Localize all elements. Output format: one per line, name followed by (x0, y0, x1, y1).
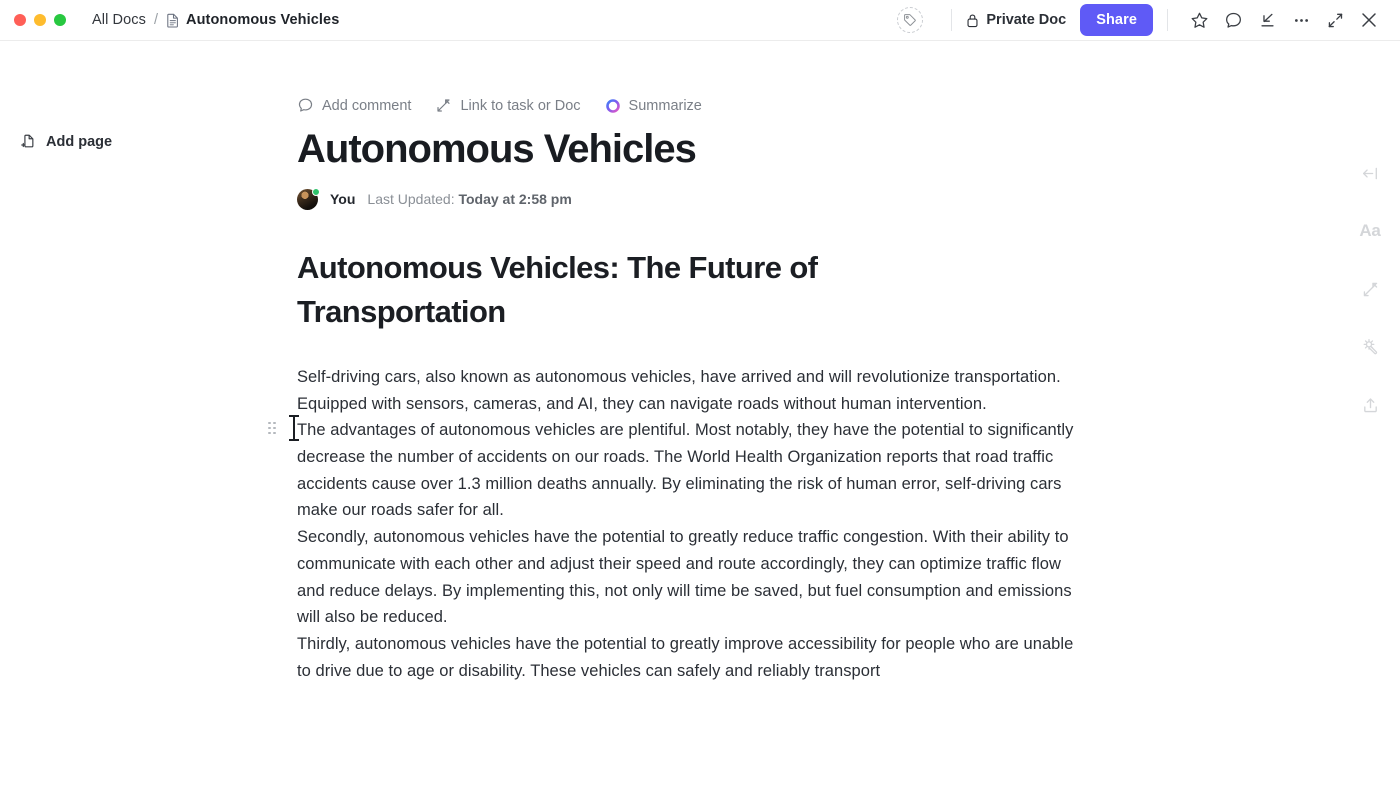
last-updated-value: Today at 2:58 pm (458, 191, 572, 208)
document-toolbar: Add comment Link to task or Doc Summariz… (297, 97, 1087, 114)
block-controls (260, 420, 277, 436)
titlebar-divider-2 (1167, 9, 1168, 31)
ai-gradient-icon (605, 98, 621, 114)
document-heading[interactable]: Autonomous Vehicles: The Future of Trans… (297, 246, 937, 334)
avatar[interactable] (297, 187, 320, 210)
magic-wand-icon[interactable] (1355, 332, 1385, 362)
paragraph-block-active: The advantages of autonomous vehicles ar… (268, 415, 1087, 524)
window-titlebar: All Docs / Autonomous Vehicles Private D… (0, 0, 1400, 41)
paragraph-3[interactable]: Secondly, autonomous vehicles have the p… (297, 524, 1087, 631)
document-meta: You Last Updated: Today at 2:58 pm (297, 187, 1087, 210)
paragraph-1[interactable]: Self-driving cars, also known as autonom… (297, 364, 1087, 417)
download-icon[interactable] (1250, 3, 1284, 37)
add-comment-label: Add comment (322, 97, 412, 114)
share-upload-icon[interactable] (1355, 390, 1385, 420)
add-page-label: Add page (46, 133, 113, 150)
private-doc-status[interactable]: Private Doc (966, 12, 1066, 28)
right-sidebar: Aa (1340, 41, 1400, 788)
last-updated: Last Updated: Today at 2:58 pm (367, 191, 571, 207)
collapse-icon[interactable] (1318, 3, 1352, 37)
last-updated-prefix: Last Updated: (367, 191, 455, 208)
lock-icon (966, 13, 979, 28)
paragraph-block: Self-driving cars, also known as autonom… (297, 364, 1087, 417)
window-zoom-button[interactable] (54, 14, 66, 26)
drag-handle-icon[interactable] (267, 420, 277, 436)
breadcrumb-all-docs[interactable]: All Docs (92, 12, 146, 28)
breadcrumb-current-doc[interactable]: Autonomous Vehicles (166, 12, 339, 28)
author-label: You (330, 191, 356, 208)
left-sidebar: Add page (0, 41, 260, 788)
document-icon (166, 13, 180, 28)
link-to-task-label: Link to task or Doc (460, 97, 581, 114)
more-options-icon[interactable] (1284, 3, 1318, 37)
tag-icon[interactable] (897, 7, 924, 33)
titlebar-actions: Private Doc Share (897, 0, 1400, 41)
font-size-icon[interactable]: Aa (1355, 216, 1385, 246)
close-icon[interactable] (1352, 3, 1386, 37)
comment-icon (297, 97, 314, 114)
breadcrumb-separator: / (153, 12, 159, 28)
paragraph-2[interactable]: The advantages of autonomous vehicles ar… (297, 417, 1087, 524)
link-icon[interactable] (1355, 274, 1385, 304)
summarize-button[interactable]: Summarize (605, 98, 702, 114)
summarize-label: Summarize (628, 97, 702, 114)
breadcrumb: All Docs / Autonomous Vehicles (92, 12, 339, 28)
app-window: All Docs / Autonomous Vehicles Private D… (0, 0, 1400, 788)
titlebar-divider-1 (951, 9, 953, 31)
online-status-dot (312, 187, 320, 196)
paragraph-4[interactable]: Thirdly, autonomous vehicles have the po… (297, 631, 1087, 684)
collapse-sidebar-icon[interactable] (1355, 158, 1385, 188)
link-to-task-button[interactable]: Link to task or Doc (435, 97, 581, 114)
add-page-button[interactable]: Add page (14, 129, 118, 154)
window-minimize-button[interactable] (34, 14, 46, 26)
comment-icon[interactable] (1216, 3, 1250, 37)
add-page-icon (20, 133, 37, 150)
add-comment-button[interactable]: Add comment (297, 97, 411, 114)
window-close-button[interactable] (14, 14, 26, 26)
document-canvas: Add comment Link to task or Doc Summariz… (260, 41, 1340, 788)
breadcrumb-doc-label: Autonomous Vehicles (186, 12, 340, 28)
share-button[interactable]: Share (1080, 4, 1153, 36)
link-icon (435, 97, 452, 114)
page-title[interactable]: Autonomous Vehicles (297, 127, 1087, 172)
private-doc-label: Private Doc (986, 12, 1067, 28)
paragraph-block: Thirdly, autonomous vehicles have the po… (297, 631, 1087, 684)
favorite-star-icon[interactable] (1182, 3, 1216, 37)
window-traffic-lights (0, 14, 66, 26)
document-content: Add comment Link to task or Doc Summariz… (268, 41, 1087, 684)
paragraph-block: Secondly, autonomous vehicles have the p… (297, 524, 1087, 631)
